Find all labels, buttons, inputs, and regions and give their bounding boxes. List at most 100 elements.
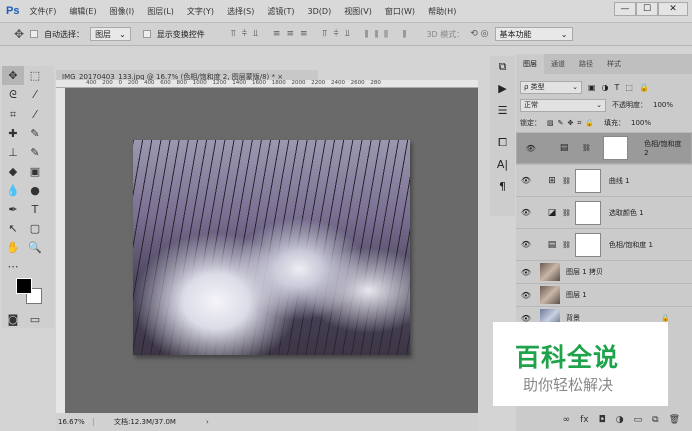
align-icons[interactable]: ⫪⫩⫫ ≡≡≡ ⫪⫩⫫ ⦀⦀⦀ ⦀ <box>231 29 413 39</box>
paragraph-icon[interactable]: ¶ <box>490 176 515 198</box>
eyedropper-icon[interactable]: ⁄ <box>24 105 46 124</box>
show-transform-label: 显示变换控件 <box>156 29 205 39</box>
minimize-button[interactable]: — <box>614 2 636 16</box>
layer-row[interactable]: 👁 ▤ ⛓ 色相/饱和度 1 <box>516 228 692 260</box>
menu-type[interactable]: 文字(Y) <box>187 6 214 17</box>
clone-stamp-icon[interactable]: ⊥ <box>2 143 24 162</box>
zoom-level[interactable]: 16.67% <box>56 418 94 426</box>
show-transform-checkbox[interactable] <box>142 30 151 38</box>
character-icon[interactable]: A| <box>490 154 515 176</box>
filter-icons[interactable]: ▣◑T⬚🔒 <box>588 83 655 92</box>
move-tool-icon[interactable]: ✥ <box>2 66 24 85</box>
layer-mask[interactable] <box>574 168 601 193</box>
tools-panel: ✥ ⬚ ᘓ ⁄ ⌗ ⁄ ✚ ✎ ⊥ ✎ ◆ ▣ 💧 ● ✒ T ↖ ▢ ✋ 🔍 ⋯ ◙ ▭ <box>2 66 54 328</box>
eye-icon[interactable]: 👁 <box>516 208 536 217</box>
gradient-tool-icon[interactable]: ▣ <box>24 162 46 181</box>
lock-icons[interactable]: ▨✎✥⌗🔒 <box>547 119 598 128</box>
eye-icon[interactable]: 👁 <box>516 176 536 185</box>
layer-row[interactable]: 👁 ▤ ⛓ 色相/饱和度 2 <box>516 132 692 164</box>
blur-tool-icon[interactable]: 💧 <box>2 181 24 200</box>
adjustment-layer-icon[interactable]: ◑ <box>616 415 624 425</box>
menu-help[interactable]: 帮助(H) <box>428 6 456 17</box>
window-controls: — ☐ ✕ <box>614 2 688 16</box>
eye-icon[interactable]: 👁 <box>516 291 536 300</box>
document-image[interactable] <box>133 140 410 355</box>
screen-mode-icon[interactable]: ▭ <box>24 310 46 329</box>
layer-filter-dropdown[interactable]: ρ 类型 ⌄ <box>520 80 582 94</box>
layer-row[interactable]: 👁 ⊞ ⛓ 曲线 1 <box>516 164 692 196</box>
type-tool-icon[interactable]: T <box>24 200 46 219</box>
history-icon[interactable]: ⧉ <box>490 56 515 78</box>
hand-tool-icon[interactable]: ✋ <box>2 238 24 257</box>
layer-row[interactable]: 👁 图层 1 拷贝 <box>516 260 692 283</box>
layer-row[interactable]: 👁 ◪ ⛓ 选取颜色 1 <box>516 196 692 228</box>
menu-edit[interactable]: 编辑(E) <box>69 6 96 17</box>
eraser-icon[interactable]: ◆ <box>2 162 24 181</box>
status-bar: 16.67% 文档:12.3M/37.0M › <box>56 413 478 431</box>
properties-icon[interactable]: ☰ <box>490 100 515 122</box>
link-layers-icon[interactable]: ∞ <box>563 415 571 425</box>
add-mask-icon[interactable]: ◘ <box>599 415 606 425</box>
pen-tool-icon[interactable]: ✒ <box>2 200 24 219</box>
horizontal-ruler: 400 200 0 200 400 600 800 1000 1200 1400… <box>56 80 478 88</box>
menu-image[interactable]: 图像(I) <box>110 6 135 17</box>
layer-name: 选取颜色 1 <box>608 208 644 217</box>
workspace-dropdown[interactable]: 基本功能 ⌄ <box>494 27 573 41</box>
layer-name: 曲线 1 <box>608 176 630 185</box>
menu-select[interactable]: 选择(S) <box>227 6 254 17</box>
layer-mask[interactable] <box>574 232 601 257</box>
layer-name: 图层 1 <box>566 291 587 299</box>
trash-icon[interactable]: 🗑 <box>669 415 680 425</box>
new-layer-icon[interactable]: ⧉ <box>652 415 658 425</box>
menu-layer[interactable]: 图层(L) <box>147 6 174 17</box>
tab-styles[interactable]: 样式 <box>600 54 628 74</box>
curves-icon: ⊞ <box>548 175 556 186</box>
status-menu-arrow[interactable]: › <box>206 418 209 426</box>
tab-paths[interactable]: 路径 <box>572 54 600 74</box>
history-brush-icon[interactable]: ✎ <box>24 143 46 162</box>
menu-view[interactable]: 视图(V) <box>344 6 372 17</box>
menu-bar: Ps 文件(F) 编辑(E) 图像(I) 图层(L) 文字(Y) 选择(S) 滤… <box>0 0 692 22</box>
move-tool-icon[interactable]: ✥ <box>14 27 24 41</box>
blend-mode-dropdown[interactable]: 正常 ⌄ <box>520 98 606 112</box>
fx-icon[interactable]: fx <box>580 415 589 425</box>
layer-mask[interactable] <box>602 136 629 160</box>
marquee-tool-icon[interactable]: ⬚ <box>24 66 46 85</box>
eye-icon[interactable]: 👁 <box>521 144 540 153</box>
path-select-icon[interactable]: ↖ <box>2 219 24 238</box>
quick-mask-icon[interactable]: ◙ <box>2 310 24 329</box>
3d-rotate-icon[interactable]: ⟲ ◎ <box>470 29 488 39</box>
eye-icon[interactable]: 👁 <box>516 268 536 277</box>
group-icon[interactable]: ▭ <box>634 415 643 425</box>
more-tools-icon[interactable]: ⋯ <box>2 257 24 276</box>
dodge-tool-icon[interactable]: ● <box>24 181 46 200</box>
menu-3d[interactable]: 3D(D) <box>308 7 332 16</box>
lasso-tool-icon[interactable]: ᘓ <box>2 86 24 105</box>
brush-tool-icon[interactable]: ✎ <box>24 124 46 143</box>
zoom-tool-icon[interactable]: 🔍 <box>24 238 46 257</box>
foreground-color[interactable] <box>16 278 32 294</box>
crop-tool-icon[interactable]: ⌗ <box>2 105 24 124</box>
magic-wand-icon[interactable]: ⁄ <box>24 85 46 104</box>
menu-file[interactable]: 文件(F) <box>29 6 56 17</box>
menu-window[interactable]: 窗口(W) <box>385 6 415 17</box>
vertical-ruler <box>56 88 65 413</box>
tab-channels[interactable]: 通道 <box>544 54 572 74</box>
shape-tool-icon[interactable]: ▢ <box>24 219 46 238</box>
actions-play-icon[interactable]: ▶ <box>490 78 515 100</box>
link-icon: ⛓ <box>581 144 591 152</box>
menu-filter[interactable]: 滤镜(T) <box>267 6 294 17</box>
link-icon: ⛓ <box>562 240 571 249</box>
opacity-value[interactable]: 100% <box>653 101 673 109</box>
maximize-button[interactable]: ☐ <box>636 2 658 16</box>
fill-value[interactable]: 100% <box>631 119 651 127</box>
tab-layers[interactable]: 图层 <box>516 54 544 74</box>
eye-icon[interactable]: 👁 <box>516 240 536 249</box>
layer-mask[interactable] <box>574 200 601 225</box>
layer-row[interactable]: 👁 图层 1 <box>516 283 692 306</box>
auto-select-dropdown[interactable]: 图层 ⌄ <box>90 27 131 41</box>
healing-brush-icon[interactable]: ✚ <box>2 124 24 143</box>
auto-select-checkbox[interactable] <box>30 30 39 38</box>
close-button[interactable]: ✕ <box>658 2 688 16</box>
clone-source-icon[interactable]: ⧠ <box>490 132 515 154</box>
